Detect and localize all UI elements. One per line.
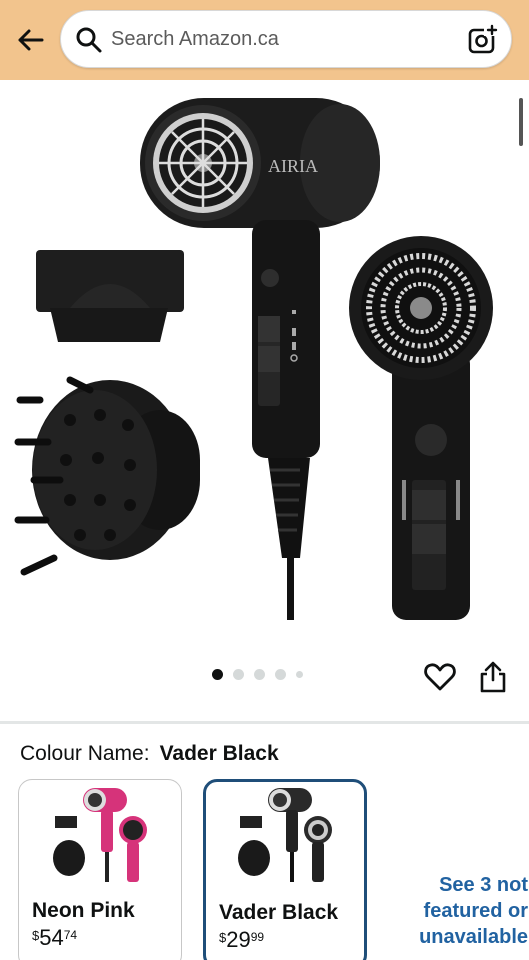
swatch-image-vader-black — [238, 788, 332, 882]
swatch-name: Vader Black — [219, 901, 339, 924]
back-button[interactable] — [12, 22, 48, 58]
search-icon — [76, 27, 102, 53]
search-input[interactable] — [111, 21, 451, 57]
swatch-price: $2999 — [219, 927, 265, 952]
page-dot-5[interactable] — [296, 671, 303, 678]
swatch-neon-pink[interactable]: Neon Pink $5474 — [18, 779, 182, 960]
share-icon[interactable] — [478, 660, 508, 694]
swatch-name: Neon Pink — [32, 899, 135, 922]
section-divider — [0, 721, 529, 724]
product-image-gallery[interactable]: AIRIA — [0, 80, 529, 720]
colour-name-label: Colour Name: — [20, 742, 150, 765]
page-dot-1[interactable] — [212, 669, 223, 680]
camera-lens-icon[interactable] — [467, 24, 499, 56]
search-box[interactable] — [60, 10, 512, 68]
swatch-price: $5474 — [32, 925, 78, 950]
gallery-page-indicator — [212, 669, 303, 680]
colour-name-row: Colour Name: Vader Black — [20, 742, 279, 766]
product-image[interactable]: AIRIA — [0, 80, 529, 640]
swatch-image-neon-pink — [53, 788, 147, 882]
arrow-left-icon — [18, 29, 44, 51]
heart-icon[interactable] — [423, 660, 457, 694]
swatch-vader-black[interactable]: Vader Black $2999 — [203, 779, 367, 960]
page-dot-4[interactable] — [275, 669, 286, 680]
page-dot-2[interactable] — [233, 669, 244, 680]
top-search-bar — [0, 0, 529, 80]
selected-colour-name: Vader Black — [159, 742, 279, 765]
see-more-colours-link[interactable]: See 3 not featured or unavailable — [388, 872, 528, 950]
svg-text:AIRIA: AIRIA — [268, 156, 318, 176]
page-dot-3[interactable] — [254, 669, 265, 680]
